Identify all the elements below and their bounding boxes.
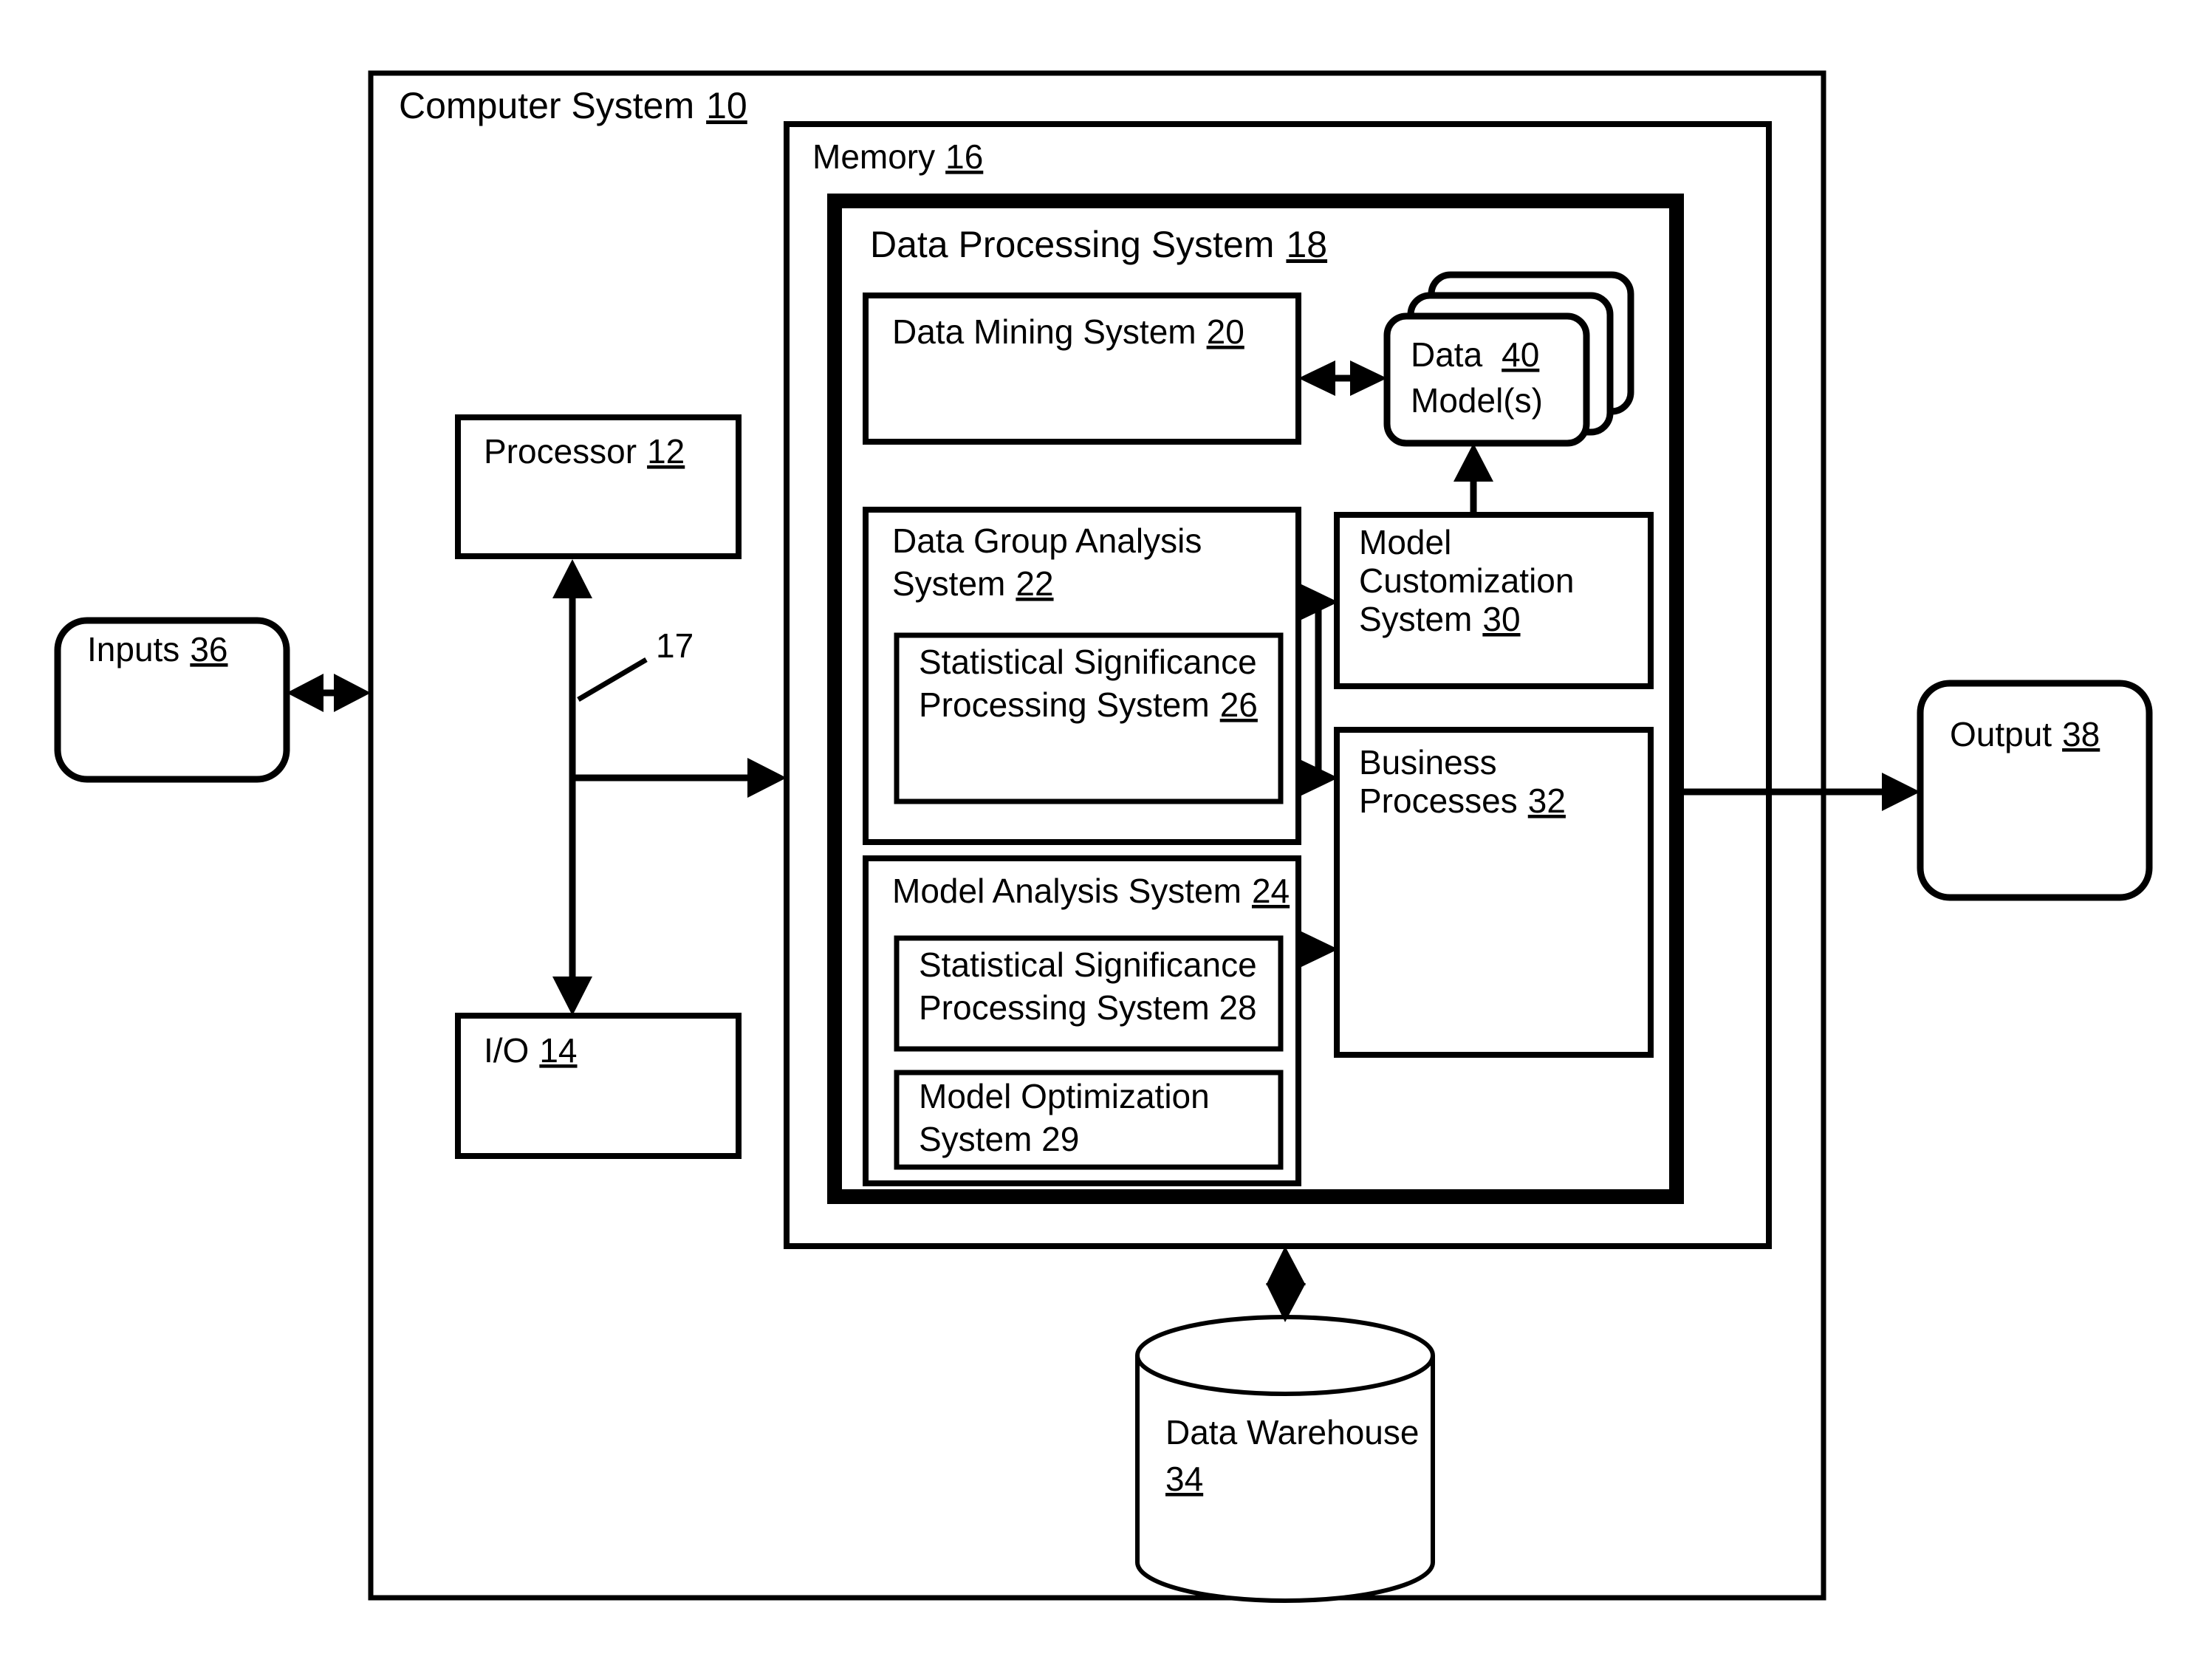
arrow-mining-to-models-head-left (1298, 360, 1335, 396)
computer-system-label: Computer System 10 (399, 85, 747, 126)
arrow-mining-to-models-head-right (1350, 360, 1387, 396)
bus-leader-line (577, 657, 648, 702)
model-analysis-system-label: Model Analysis System 24 (892, 872, 1290, 910)
arrow-inputs-head-left (287, 674, 323, 712)
business-processes-label-line2: Processes 32 (1359, 782, 1566, 820)
model-optimization-system-label-line1: Model Optimization (919, 1077, 1210, 1115)
arrow-inputs-head-right (334, 674, 371, 712)
statistical-significance-28-label-line2: Processing System 28 (919, 988, 1257, 1027)
data-mining-system-label: Data Mining System 20 (892, 312, 1244, 351)
output-label: Output 38 (1950, 715, 2100, 753)
memory-label: Memory 16 (812, 137, 983, 176)
model-customization-system-label-line2: Customization (1359, 561, 1574, 600)
data-models-label-line1: Data 40 (1411, 335, 1539, 374)
data-group-analysis-system-label-line2: System 22 (892, 564, 1054, 603)
model-optimization-system-label-line2: System 29 (919, 1120, 1079, 1158)
data-models-label-line2: Model(s) (1411, 381, 1543, 420)
rail-group-analysis-out (1298, 598, 1322, 782)
data-warehouse-top (1135, 1315, 1435, 1396)
bus-arrow-head-up (552, 559, 592, 598)
inputs-label: Inputs 36 (87, 630, 227, 668)
arrow-warehouse-head-up (1266, 1246, 1306, 1285)
figure-canvas: Computer System 10 Memory 16 Data Processi… (0, 0, 2212, 1662)
data-group-analysis-system-label-line1: Data Group Analysis (892, 521, 1202, 560)
data-warehouse-label-line2: 34 (1165, 1460, 1203, 1498)
data-warehouse-label-line1: Data Warehouse (1165, 1413, 1419, 1451)
patent-block-diagram: Computer System 10 Memory 16 Data Processi… (54, 70, 2153, 1603)
bus-ref-label: 17 (656, 626, 694, 665)
statistical-significance-28-label-line1: Statistical Significance (919, 945, 1257, 984)
statistical-significance-26-label-line1: Statistical Significance (919, 643, 1257, 681)
arrow-to-output-head (1882, 773, 1920, 811)
bus-branch-to-memory-head (747, 758, 787, 798)
data-processing-system-label: Data Processing System 18 (870, 224, 1327, 265)
statistical-significance-26-label-line2: Processing System 26 (919, 685, 1258, 724)
model-customization-system-label-line3: System 30 (1359, 600, 1521, 638)
business-processes-label-line1: Business (1359, 743, 1497, 782)
arrow-model-analysis-to-business-head (1301, 931, 1338, 967)
processor-label: Processor 12 (484, 432, 685, 471)
arrow-customization-to-models-head (1453, 443, 1493, 482)
bus-arrow-head-down (552, 977, 592, 1016)
model-customization-system-label-line1: Model (1359, 523, 1451, 561)
